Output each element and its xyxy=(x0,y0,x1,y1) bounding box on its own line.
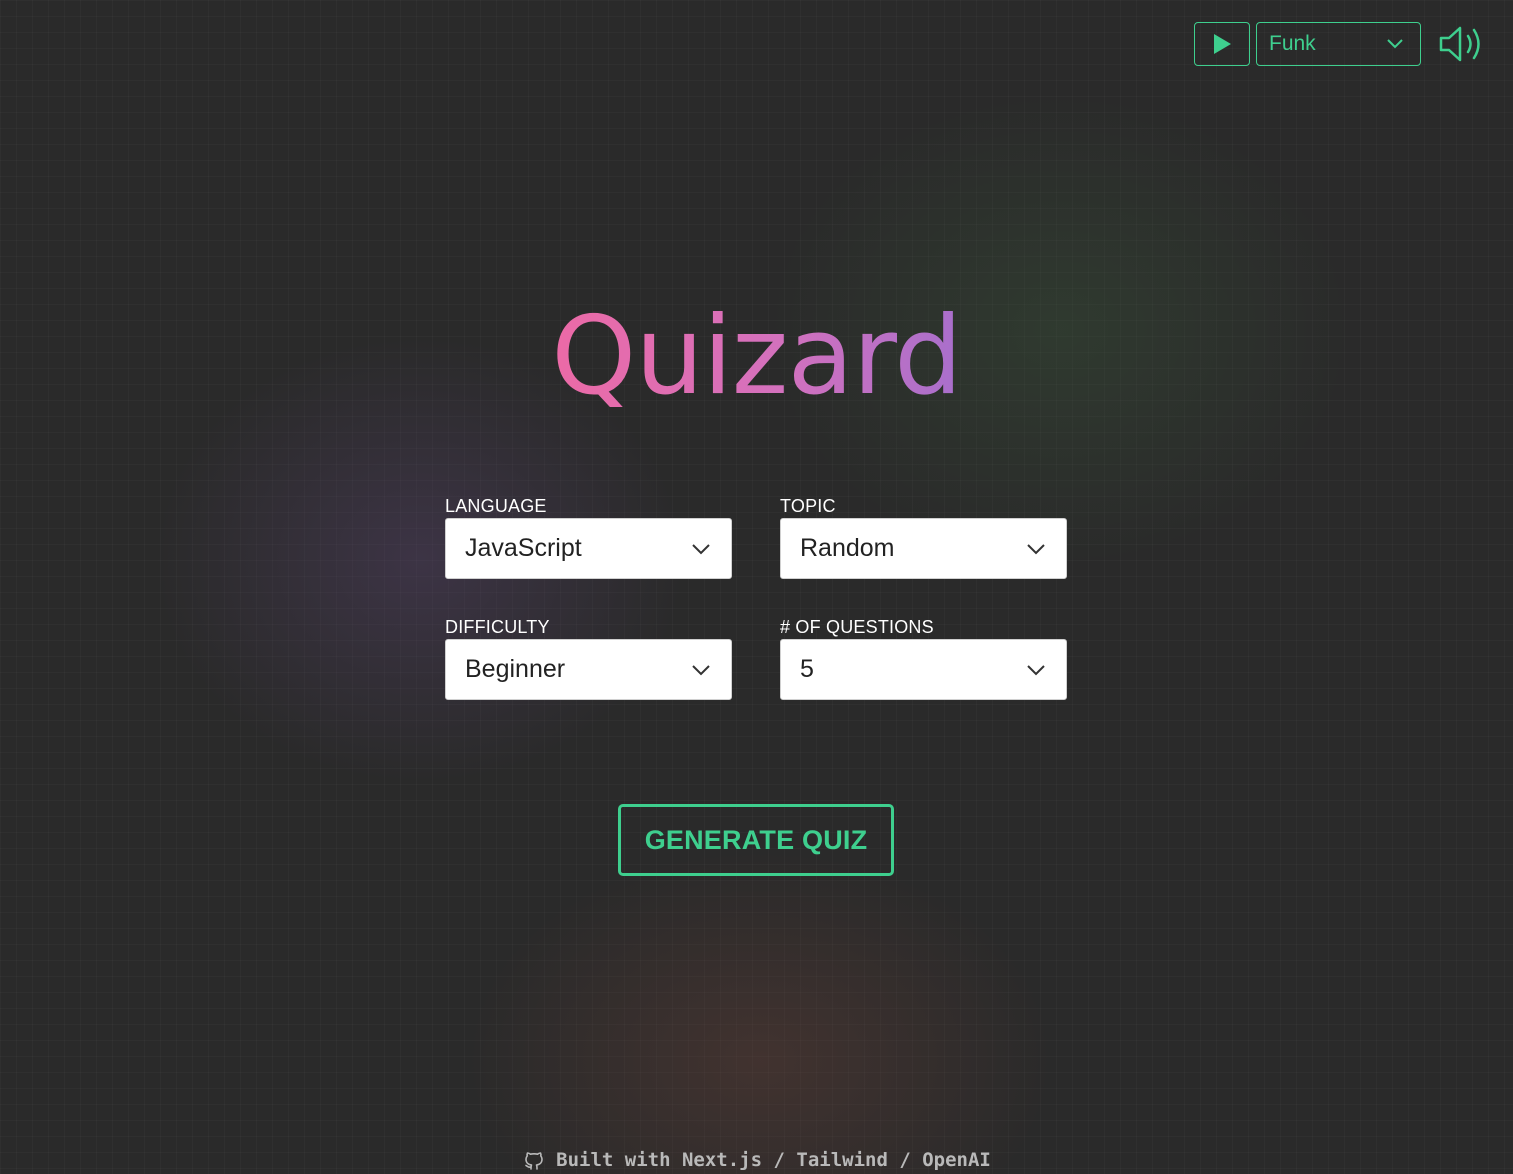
footer: Built with Next.js / Tailwind / OpenAI xyxy=(0,1148,1513,1172)
difficulty-select-value: Beginner xyxy=(465,655,566,683)
chevron-down-icon xyxy=(1027,664,1045,675)
play-button[interactable] xyxy=(1194,22,1250,66)
chevron-down-icon xyxy=(1387,39,1403,49)
language-label: LANGUAGE xyxy=(445,496,547,516)
topic-select-value: Random xyxy=(800,534,895,562)
difficulty-label: DIFFICULTY xyxy=(445,617,550,637)
chevron-down-icon xyxy=(1027,543,1045,554)
questions-select-value: 5 xyxy=(800,655,814,683)
topic-label: TOPIC xyxy=(780,496,836,516)
language-select-value: JavaScript xyxy=(465,534,582,562)
questions-label: # OF QUESTIONS xyxy=(780,617,934,637)
language-select[interactable]: JavaScript xyxy=(445,518,732,579)
quiz-settings-form: LANGUAGE JavaScript TOPIC Random DIFFICU… xyxy=(445,494,1067,700)
genre-select[interactable]: Funk xyxy=(1256,22,1421,66)
chevron-down-icon xyxy=(692,664,710,675)
topic-field: TOPIC Random xyxy=(780,494,1067,579)
topic-select[interactable]: Random xyxy=(780,518,1067,579)
chevron-down-icon xyxy=(692,543,710,554)
github-icon[interactable] xyxy=(522,1148,546,1172)
volume-icon xyxy=(1439,26,1480,62)
app-title: Quizard xyxy=(0,292,1513,422)
generate-quiz-button[interactable]: GENERATE QUIZ xyxy=(618,804,894,876)
difficulty-select[interactable]: Beginner xyxy=(445,639,732,700)
app-title-text: Quizard xyxy=(551,294,962,419)
play-icon xyxy=(1214,34,1231,54)
questions-field: # OF QUESTIONS 5 xyxy=(780,615,1067,700)
language-field: LANGUAGE JavaScript xyxy=(445,494,732,579)
questions-select[interactable]: 5 xyxy=(780,639,1067,700)
difficulty-field: DIFFICULTY Beginner xyxy=(445,615,732,700)
footer-text: Built with Next.js / Tailwind / OpenAI xyxy=(556,1149,991,1171)
music-controls: Funk xyxy=(1194,22,1487,66)
genre-select-value: Funk xyxy=(1269,32,1316,55)
volume-button[interactable] xyxy=(1437,22,1487,66)
